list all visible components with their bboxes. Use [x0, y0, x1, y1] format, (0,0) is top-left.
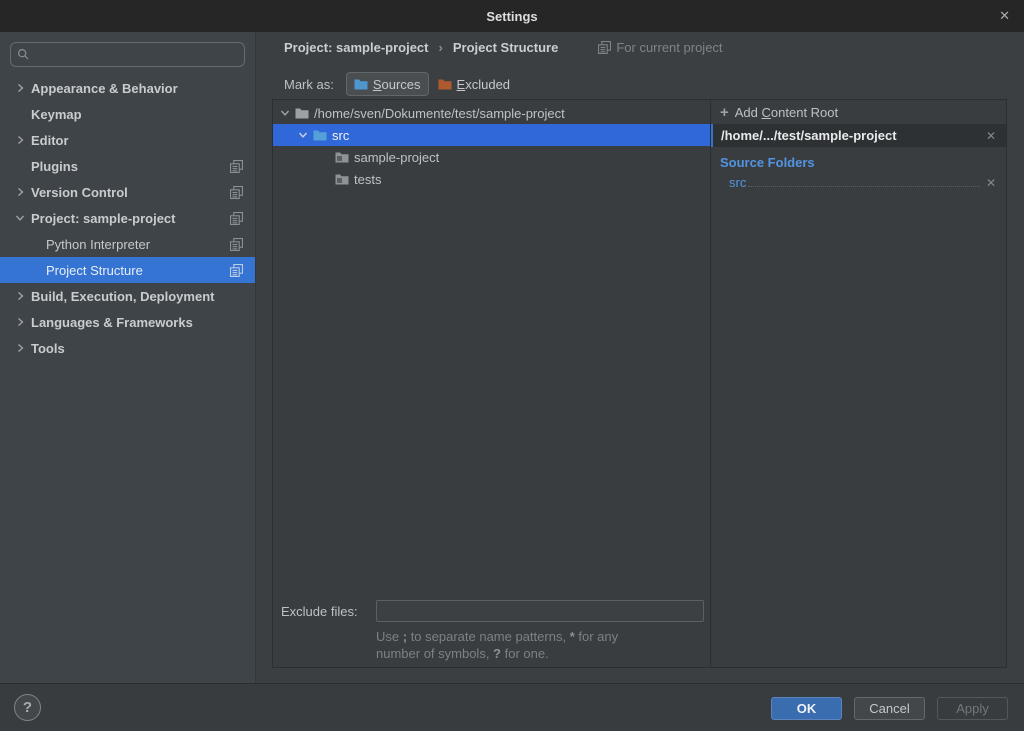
breadcrumb-project[interactable]: Project: sample-project [284, 40, 429, 55]
sidebar-item-label: Languages & Frameworks [31, 315, 193, 330]
remove-content-root-icon[interactable]: ✕ [984, 129, 998, 143]
tree-row-tests[interactable]: tests [273, 168, 710, 190]
breadcrumb: Project: sample-project › Project Struct… [284, 40, 723, 55]
help-button[interactable]: ? [14, 694, 41, 721]
settings-nav: Appearance & Behavior Keymap Editor Plug… [0, 75, 255, 361]
sidebar-item-label: Project Structure [46, 263, 143, 278]
exclude-files-input[interactable] [376, 600, 704, 622]
sidebar-item-appearance-behavior[interactable]: Appearance & Behavior [0, 75, 255, 101]
sidebar-item-version-control[interactable]: Version Control [0, 179, 255, 205]
mark-as-label: Mark as: [284, 77, 334, 92]
breadcrumb-project-structure[interactable]: Project Structure [453, 40, 558, 55]
tree-row-label: src [332, 128, 349, 143]
folder-icon [335, 173, 349, 185]
sources-folder-icon [354, 78, 368, 90]
chevron-down-icon [297, 129, 309, 141]
add-content-root-label: Add Content Root [735, 105, 838, 120]
sidebar-item-label: Plugins [31, 159, 78, 174]
settings-sidebar: Appearance & Behavior Keymap Editor Plug… [0, 32, 256, 683]
chevron-right-icon [14, 316, 26, 328]
close-icon[interactable]: ✕ [999, 0, 1010, 32]
sidebar-item-label: Python Interpreter [46, 237, 150, 252]
per-project-icon [230, 238, 243, 251]
tree-row-content-root[interactable]: /home/sven/Dokumente/test/sample-project [273, 102, 710, 124]
source-folder-icon [313, 129, 327, 141]
search-icon [17, 48, 30, 61]
sidebar-item-label: Appearance & Behavior [31, 81, 178, 96]
sidebar-item-editor[interactable]: Editor [0, 127, 255, 153]
main-panel: Project: sample-project › Project Struct… [256, 32, 1024, 683]
sidebar-item-label: Version Control [31, 185, 128, 200]
per-project-icon [230, 186, 243, 199]
chevron-right-icon [14, 134, 26, 146]
dialog-footer: ? OK Cancel Apply [0, 683, 1024, 731]
exclude-files-label: Exclude files: [281, 604, 376, 619]
sidebar-item-plugins[interactable]: Plugins [0, 153, 255, 179]
folder-icon [295, 107, 309, 119]
content-root-row[interactable]: /home/.../test/sample-project ✕ [711, 124, 1006, 147]
mark-as-toolbar: Mark as: Sources Excluded [284, 72, 517, 96]
search-input[interactable] [35, 47, 238, 62]
tree-row-label: sample-project [354, 150, 439, 165]
remove-source-folder-icon[interactable]: ✕ [984, 176, 998, 190]
folder-icon [335, 151, 349, 163]
exclude-files-block: Exclude files: Use ; to separate name pa… [281, 600, 704, 662]
per-project-icon [230, 212, 243, 225]
sidebar-item-label: Build, Execution, Deployment [31, 289, 214, 304]
sidebar-item-languages-frameworks[interactable]: Languages & Frameworks [0, 309, 255, 335]
chevron-right-icon [14, 82, 26, 94]
mark-sources-label: Sources [373, 77, 421, 92]
sidebar-item-keymap[interactable]: Keymap [0, 101, 255, 127]
cancel-button[interactable]: Cancel [854, 697, 925, 720]
mark-sources-button[interactable]: Sources [346, 72, 429, 96]
mark-excluded-button[interactable]: Excluded [431, 72, 517, 96]
sidebar-item-build-execution-deployment[interactable]: Build, Execution, Deployment [0, 283, 255, 309]
sidebar-item-project-structure[interactable]: Project Structure [0, 257, 255, 283]
sidebar-item-label: Project: sample-project [31, 211, 176, 226]
add-content-root-button[interactable]: + Add Content Root [711, 101, 1006, 124]
source-folder-name: src [729, 175, 746, 190]
source-folders-title: Source Folders [711, 147, 1006, 173]
chevron-down-icon [279, 107, 291, 119]
sidebar-item-tools[interactable]: Tools [0, 335, 255, 361]
per-project-icon [230, 264, 243, 277]
per-project-icon [598, 41, 611, 54]
search-box[interactable] [10, 42, 245, 67]
source-folder-row-src[interactable]: src ✕ [711, 173, 1006, 192]
content-root-path: /home/.../test/sample-project [721, 128, 984, 143]
plus-icon: + [720, 104, 729, 121]
content-tree-pane: /home/sven/Dokumente/test/sample-project… [273, 100, 711, 667]
exclude-files-hint: Use ; to separate name patterns, * for a… [376, 628, 704, 662]
settings-dialog: Settings ✕ Appearance & Behavior Keymap [0, 0, 1024, 731]
scope-note-label: For current project [616, 40, 722, 55]
mark-excluded-label: Excluded [457, 77, 510, 92]
apply-button[interactable]: Apply [937, 697, 1008, 720]
ok-button[interactable]: OK [771, 697, 842, 720]
sidebar-item-label: Tools [31, 341, 65, 356]
chevron-right-icon [14, 290, 26, 302]
chevron-right-icon [14, 342, 26, 354]
tree-row-sample-project[interactable]: sample-project [273, 146, 710, 168]
sidebar-item-project-sample-project[interactable]: Project: sample-project [0, 205, 255, 231]
tree-row-label: tests [354, 172, 381, 187]
breadcrumb-separator: › [439, 40, 443, 55]
dialog-title: Settings [486, 9, 537, 24]
sidebar-item-label: Keymap [31, 107, 82, 122]
dotted-leader [748, 186, 980, 187]
content-root-pane: + Add Content Root /home/.../test/sample… [711, 100, 1006, 667]
titlebar: Settings ✕ [0, 0, 1024, 32]
tree-row-src[interactable]: src [273, 124, 710, 146]
per-project-icon [230, 160, 243, 173]
excluded-folder-icon [438, 78, 452, 90]
sidebar-item-python-interpreter[interactable]: Python Interpreter [0, 231, 255, 257]
chevron-down-icon [14, 212, 26, 224]
structure-panes: /home/sven/Dokumente/test/sample-project… [272, 99, 1007, 668]
chevron-right-icon [14, 186, 26, 198]
scope-note: For current project [598, 40, 722, 55]
tree-row-label: /home/sven/Dokumente/test/sample-project [314, 106, 565, 121]
sidebar-item-label: Editor [31, 133, 69, 148]
